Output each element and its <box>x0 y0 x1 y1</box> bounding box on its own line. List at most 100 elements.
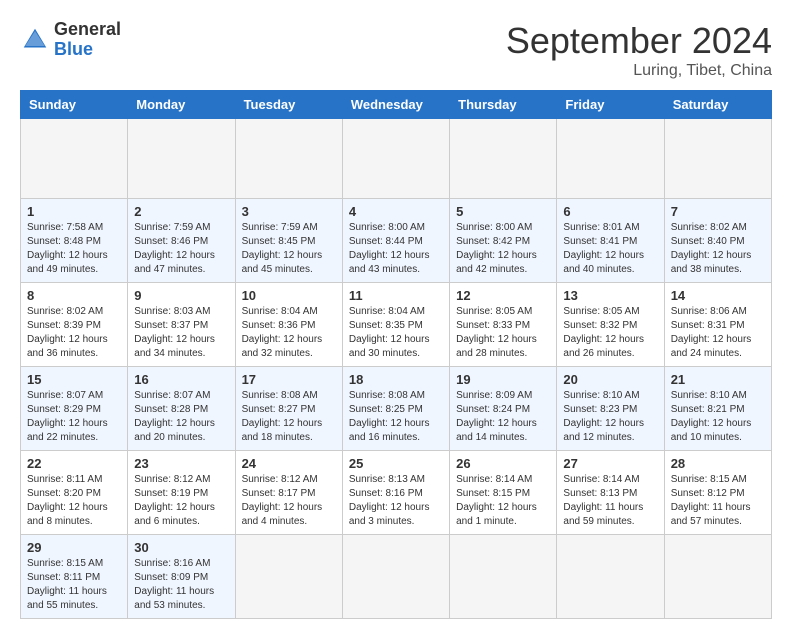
day-info: Sunrise: 8:07 AMSunset: 8:28 PMDaylight:… <box>134 389 228 445</box>
header-sunday: Sunday <box>21 91 128 119</box>
day-info: Sunrise: 8:10 AMSunset: 8:21 PMDaylight:… <box>671 389 765 445</box>
calendar-cell-22: 16 Sunrise: 8:07 AMSunset: 8:28 PMDayligh… <box>128 367 235 451</box>
day-number: 18 <box>349 372 443 387</box>
calendar-row-2: 8 Sunrise: 8:02 AMSunset: 8:39 PMDaylight… <box>21 283 772 367</box>
day-number: 17 <box>242 372 336 387</box>
calendar-cell-26: 20 Sunrise: 8:10 AMSunset: 8:23 PMDayligh… <box>557 367 664 451</box>
day-number: 8 <box>27 288 121 303</box>
calendar-cell-29: 23 Sunrise: 8:12 AMSunset: 8:19 PMDayligh… <box>128 451 235 535</box>
calendar-row-1: 1 Sunrise: 7:58 AMSunset: 8:48 PMDaylight… <box>21 199 772 283</box>
calendar-cell-3 <box>342 119 449 199</box>
calendar-cell-31: 25Sunrise: 8:13 AMSunset: 8:16 PMDayligh… <box>342 451 449 535</box>
day-number: 23 <box>134 456 228 471</box>
calendar-cell-11: 5 Sunrise: 8:00 AMSunset: 8:42 PMDaylight… <box>450 199 557 283</box>
header-tuesday: Tuesday <box>235 91 342 119</box>
calendar-cell-13: 7 Sunrise: 8:02 AMSunset: 8:40 PMDaylight… <box>664 199 771 283</box>
header-saturday: Saturday <box>664 91 771 119</box>
day-number: 14 <box>671 288 765 303</box>
calendar-cell-40 <box>557 535 664 619</box>
day-info: Sunrise: 8:02 AMSunset: 8:39 PMDaylight:… <box>27 305 121 361</box>
day-number: 24 <box>242 456 336 471</box>
calendar-cell-17: 11Sunrise: 8:04 AMSunset: 8:35 PMDayligh… <box>342 283 449 367</box>
day-number: 22 <box>27 456 121 471</box>
calendar-cell-5 <box>557 119 664 199</box>
calendar-row-5: 29Sunrise: 8:15 AMSunset: 8:11 PMDayligh… <box>21 535 772 619</box>
day-info: Sunrise: 8:08 AMSunset: 8:27 PMDaylight:… <box>242 389 336 445</box>
calendar-cell-35: 29Sunrise: 8:15 AMSunset: 8:11 PMDayligh… <box>21 535 128 619</box>
day-number: 3 <box>242 204 336 219</box>
day-number: 10 <box>242 288 336 303</box>
day-info: Sunrise: 8:14 AMSunset: 8:15 PMDaylight:… <box>456 473 550 529</box>
logo-text: General Blue <box>54 20 121 60</box>
day-info: Sunrise: 8:16 AMSunset: 8:09 PMDaylight:… <box>134 557 228 613</box>
day-number: 9 <box>134 288 228 303</box>
day-number: 16 <box>134 372 228 387</box>
day-info: Sunrise: 8:14 AMSunset: 8:13 PMDaylight:… <box>563 473 657 529</box>
calendar-cell-19: 13Sunrise: 8:05 AMSunset: 8:32 PMDayligh… <box>557 283 664 367</box>
calendar-cell-12: 6 Sunrise: 8:01 AMSunset: 8:41 PMDaylight… <box>557 199 664 283</box>
day-info: Sunrise: 8:02 AMSunset: 8:40 PMDaylight:… <box>671 221 765 277</box>
day-info: Sunrise: 8:11 AMSunset: 8:20 PMDaylight:… <box>27 473 121 529</box>
calendar-row-3: 15Sunrise: 8:07 AMSunset: 8:29 PMDayligh… <box>21 367 772 451</box>
day-info: Sunrise: 8:00 AMSunset: 8:42 PMDaylight:… <box>456 221 550 277</box>
page-header: General Blue September 2024 Luring, Tibe… <box>20 20 772 80</box>
calendar-cell-2 <box>235 119 342 199</box>
calendar-cell-24: 18 Sunrise: 8:08 AMSunset: 8:25 PMDayligh… <box>342 367 449 451</box>
day-info: Sunrise: 8:10 AMSunset: 8:23 PMDaylight:… <box>563 389 657 445</box>
calendar-cell-28: 22 Sunrise: 8:11 AMSunset: 8:20 PMDayligh… <box>21 451 128 535</box>
day-number: 27 <box>563 456 657 471</box>
day-info: Sunrise: 8:05 AMSunset: 8:32 PMDaylight:… <box>563 305 657 361</box>
day-info: Sunrise: 8:12 AMSunset: 8:19 PMDaylight:… <box>134 473 228 529</box>
month-title: September 2024 <box>506 20 772 62</box>
day-info: Sunrise: 8:00 AMSunset: 8:44 PMDaylight:… <box>349 221 443 277</box>
day-info: Sunrise: 7:58 AMSunset: 8:48 PMDaylight:… <box>27 221 121 277</box>
calendar-cell-20: 14 Sunrise: 8:06 AMSunset: 8:31 PMDayligh… <box>664 283 771 367</box>
day-number: 29 <box>27 540 121 555</box>
day-info: Sunrise: 8:01 AMSunset: 8:41 PMDaylight:… <box>563 221 657 277</box>
day-number: 12 <box>456 288 550 303</box>
day-number: 19 <box>456 372 550 387</box>
day-info: Sunrise: 8:08 AMSunset: 8:25 PMDaylight:… <box>349 389 443 445</box>
calendar-cell-34: 28Sunrise: 8:15 AMSunset: 8:12 PMDayligh… <box>664 451 771 535</box>
day-number: 4 <box>349 204 443 219</box>
calendar-cell-18: 12 Sunrise: 8:05 AMSunset: 8:33 PMDayligh… <box>450 283 557 367</box>
calendar-cell-30: 24Sunrise: 8:12 AMSunset: 8:17 PMDayligh… <box>235 451 342 535</box>
day-info: Sunrise: 7:59 AMSunset: 8:46 PMDaylight:… <box>134 221 228 277</box>
calendar-cell-8: 2 Sunrise: 7:59 AMSunset: 8:46 PMDaylight… <box>128 199 235 283</box>
day-info: Sunrise: 8:07 AMSunset: 8:29 PMDaylight:… <box>27 389 121 445</box>
calendar-cell-15: 9 Sunrise: 8:03 AMSunset: 8:37 PMDaylight… <box>128 283 235 367</box>
logo-general: General <box>54 20 121 40</box>
calendar-cell-7: 1 Sunrise: 7:58 AMSunset: 8:48 PMDaylight… <box>21 199 128 283</box>
day-number: 5 <box>456 204 550 219</box>
day-number: 7 <box>671 204 765 219</box>
logo: General Blue <box>20 20 121 60</box>
day-info: Sunrise: 8:05 AMSunset: 8:33 PMDaylight:… <box>456 305 550 361</box>
calendar-cell-33: 27 Sunrise: 8:14 AMSunset: 8:13 PMDayligh… <box>557 451 664 535</box>
logo-blue: Blue <box>54 40 121 60</box>
day-info: Sunrise: 8:04 AMSunset: 8:36 PMDaylight:… <box>242 305 336 361</box>
calendar-cell-41 <box>664 535 771 619</box>
calendar-cell-21: 15Sunrise: 8:07 AMSunset: 8:29 PMDayligh… <box>21 367 128 451</box>
day-number: 6 <box>563 204 657 219</box>
calendar-row-0 <box>21 119 772 199</box>
day-info: Sunrise: 8:09 AMSunset: 8:24 PMDaylight:… <box>456 389 550 445</box>
calendar-cell-32: 26Sunrise: 8:14 AMSunset: 8:15 PMDayligh… <box>450 451 557 535</box>
day-number: 2 <box>134 204 228 219</box>
calendar-cell-10: 4 Sunrise: 8:00 AMSunset: 8:44 PMDaylight… <box>342 199 449 283</box>
calendar-cell-6 <box>664 119 771 199</box>
header-friday: Friday <box>557 91 664 119</box>
days-header-row: Sunday Monday Tuesday Wednesday Thursday… <box>21 91 772 119</box>
day-number: 1 <box>27 204 121 219</box>
day-info: Sunrise: 7:59 AMSunset: 8:45 PMDaylight:… <box>242 221 336 277</box>
header-thursday: Thursday <box>450 91 557 119</box>
day-info: Sunrise: 8:06 AMSunset: 8:31 PMDaylight:… <box>671 305 765 361</box>
day-number: 20 <box>563 372 657 387</box>
calendar-cell-14: 8 Sunrise: 8:02 AMSunset: 8:39 PMDaylight… <box>21 283 128 367</box>
day-info: Sunrise: 8:15 AMSunset: 8:12 PMDaylight:… <box>671 473 765 529</box>
calendar-cell-23: 17 Sunrise: 8:08 AMSunset: 8:27 PMDayligh… <box>235 367 342 451</box>
day-info: Sunrise: 8:03 AMSunset: 8:37 PMDaylight:… <box>134 305 228 361</box>
day-info: Sunrise: 8:13 AMSunset: 8:16 PMDaylight:… <box>349 473 443 529</box>
calendar-cell-16: 10 Sunrise: 8:04 AMSunset: 8:36 PMDayligh… <box>235 283 342 367</box>
calendar-cell-0 <box>21 119 128 199</box>
location: Luring, Tibet, China <box>506 62 772 80</box>
